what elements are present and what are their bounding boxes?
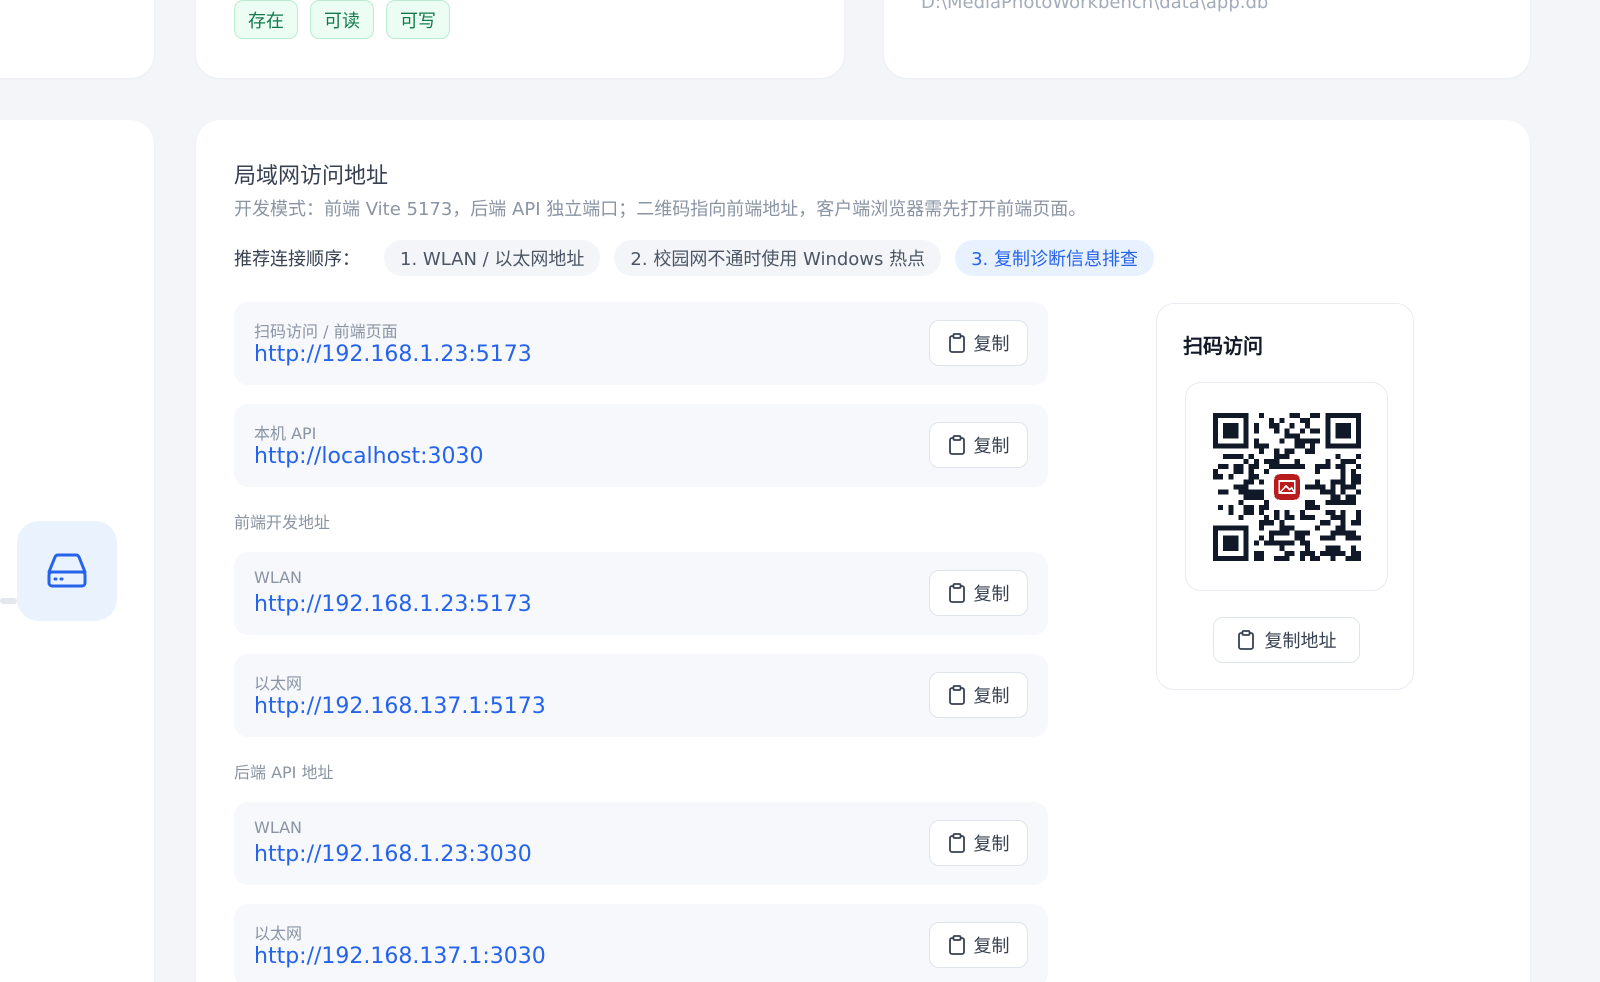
order-label: 推荐连接顺序： [234,249,360,270]
address-row: WLAN http://192.168.1.23:5173 复制 [234,552,1048,635]
qr-code-image [1212,412,1361,561]
clipboard-icon [948,833,965,853]
address-label: 以太网 [254,924,303,943]
tag-exists: 存在 [234,0,298,39]
lan-section-title: 局域网访问地址 [234,164,389,189]
address-row: 本机 API http://localhost:3030 复制 [234,404,1048,487]
address-url[interactable]: http://192.168.137.1:5173 [254,694,546,719]
address-row: 扫码访问 / 前端页面 http://192.168.1.23:5173 复制 [234,302,1048,385]
qr-code-frame [1185,382,1388,591]
clipboard-icon [948,435,965,455]
copy-address-label: 复制地址 [1264,631,1337,652]
copy-label: 复制 [973,584,1010,605]
copy-button[interactable]: 复制 [929,672,1028,718]
storage-status-tags: 存在 可读 可写 [234,0,450,39]
copy-button[interactable]: 复制 [929,570,1028,616]
copy-label: 复制 [973,834,1010,855]
database-path: D:\MediaPhotoWorkbench\data\app.db [921,0,1269,13]
address-label: 本机 API [254,424,317,443]
storage-nav-button[interactable] [17,521,117,621]
copy-address-button[interactable]: 复制地址 [1213,617,1360,663]
tag-writable: 可写 [386,0,450,39]
left-top-card [0,0,154,78]
copy-label: 复制 [973,686,1010,707]
copy-label: 复制 [973,936,1010,957]
order-step-hotspot[interactable]: 2. 校园网不通时使用 Windows 热点 [614,240,942,276]
address-label: WLAN [254,818,303,837]
address-label: 以太网 [254,674,303,693]
order-step-lan[interactable]: 1. WLAN / 以太网地址 [384,240,601,276]
address-url[interactable]: http://192.168.137.1:3030 [254,944,546,969]
lan-section-description: 开发模式：前端 Vite 5173，后端 API 独立端口；二维码指向前端地址，… [234,199,1087,220]
hard-drive-icon [47,553,87,588]
address-label: WLAN [254,568,303,587]
address-url[interactable]: http://localhost:3030 [254,444,484,469]
address-row: 以太网 http://192.168.137.1:5173 复制 [234,654,1048,737]
copy-label: 复制 [973,334,1010,355]
address-url[interactable]: http://192.168.1.23:5173 [254,592,532,617]
address-url[interactable]: http://192.168.1.23:3030 [254,842,532,867]
qr-title: 扫码访问 [1183,334,1263,358]
order-step-diagnostics[interactable]: 3. 复制诊断信息排查 [955,240,1155,276]
clipboard-icon [948,935,965,955]
frontend-section-label: 前端开发地址 [234,513,331,532]
copy-button[interactable]: 复制 [929,422,1028,468]
copy-button[interactable]: 复制 [929,320,1028,366]
clipboard-icon [1237,630,1254,650]
clipboard-icon [948,583,965,603]
page: 存在 可读 可写 D:\MediaPhotoWorkbench\data\app… [0,0,1600,982]
rail-divider [0,598,17,604]
address-row: WLAN http://192.168.1.23:3030 复制 [234,802,1048,885]
clipboard-icon [948,333,965,353]
qr-card: 扫码访问 复制地址 [1156,303,1414,690]
copy-label: 复制 [973,436,1010,457]
clipboard-icon [948,685,965,705]
address-url[interactable]: http://192.168.1.23:5173 [254,342,532,367]
address-label: 扫码访问 / 前端页面 [254,322,398,341]
copy-button[interactable]: 复制 [929,820,1028,866]
copy-button[interactable]: 复制 [929,922,1028,968]
recommended-order: 推荐连接顺序： 1. WLAN / 以太网地址 2. 校园网不通时使用 Wind… [234,240,1155,276]
backend-section-label: 后端 API 地址 [234,763,334,782]
tag-readable: 可读 [310,0,374,39]
address-row: 以太网 http://192.168.137.1:3030 复制 [234,904,1048,982]
